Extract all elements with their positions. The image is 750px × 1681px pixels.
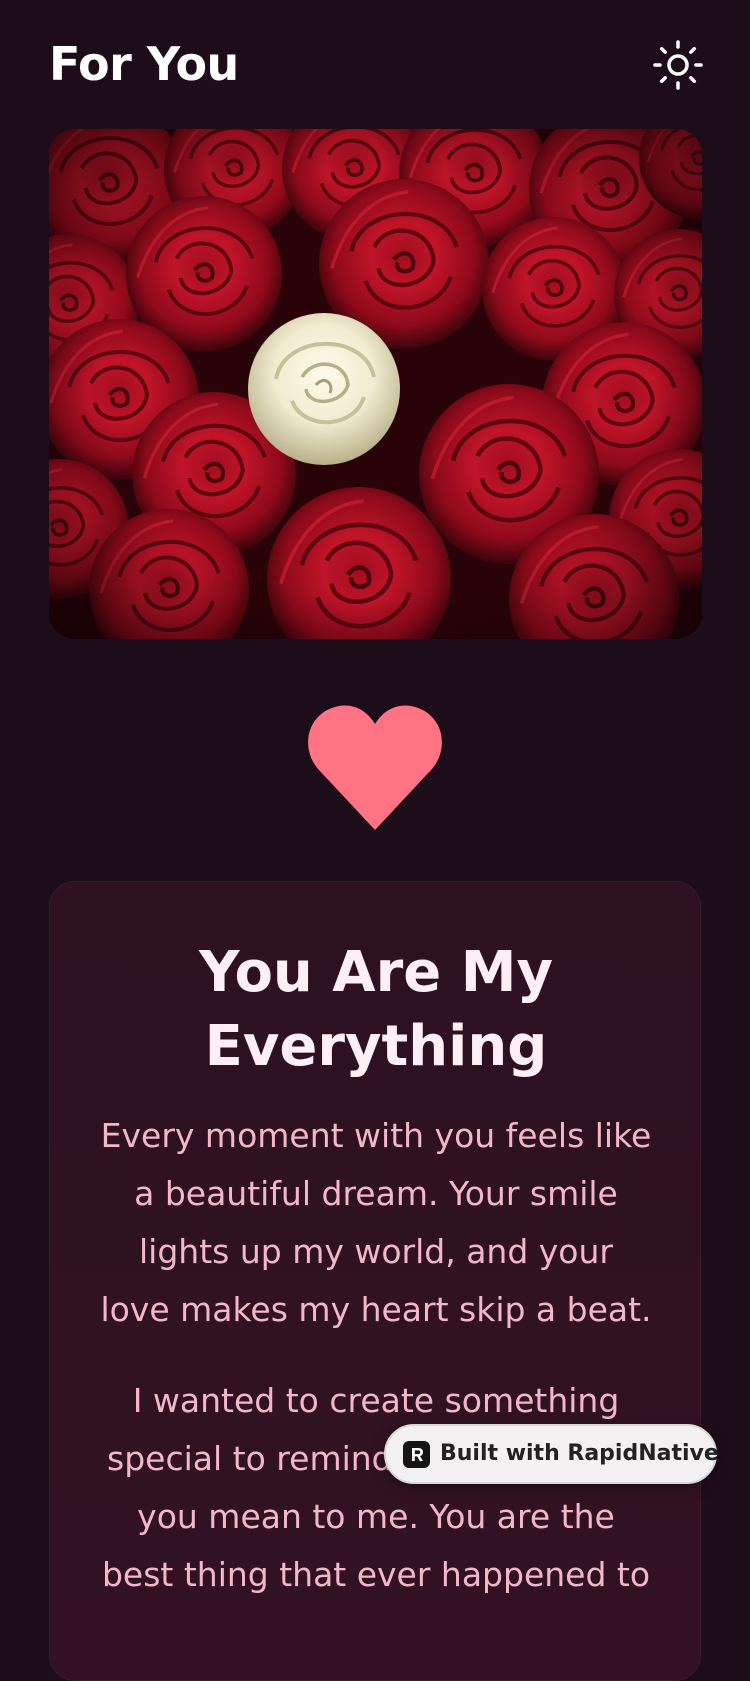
- roses-image: [49, 129, 702, 639]
- page-title: For You: [49, 37, 239, 91]
- card-title: You Are My Everything: [50, 936, 702, 1084]
- built-with-badge[interactable]: Built with RapidNative: [384, 1424, 719, 1484]
- paragraph-line: Every moment with you feels like: [100, 1116, 652, 1155]
- message-paragraph-2: I wanted to create something special to …: [94, 1372, 658, 1604]
- app-header: For You: [0, 0, 750, 128]
- hero-image: [49, 129, 702, 639]
- paragraph-line: lights up my world, and your: [139, 1232, 613, 1271]
- message-card: You Are My Everything Every moment with …: [49, 881, 701, 1681]
- card-title-line: You Are My: [199, 940, 553, 1005]
- sun-icon: [653, 40, 703, 90]
- paragraph-line: a beautiful dream. Your smile: [134, 1174, 618, 1213]
- message-paragraph-1: Every moment with you feels like a beaut…: [94, 1107, 658, 1339]
- theme-toggle-button[interactable]: [651, 38, 705, 92]
- card-title-line: Everything: [204, 1014, 548, 1079]
- rapidnative-logo-icon: [403, 1441, 430, 1468]
- paragraph-line: you mean to me. You are the: [137, 1497, 615, 1536]
- badge-label: Built with RapidNative: [440, 1441, 719, 1466]
- paragraph-line: I wanted to create something: [132, 1381, 620, 1420]
- heart-icon[interactable]: [305, 704, 445, 832]
- paragraph-line: love makes my heart skip a beat.: [100, 1290, 652, 1329]
- paragraph-line: best thing that ever happened to: [101, 1555, 651, 1594]
